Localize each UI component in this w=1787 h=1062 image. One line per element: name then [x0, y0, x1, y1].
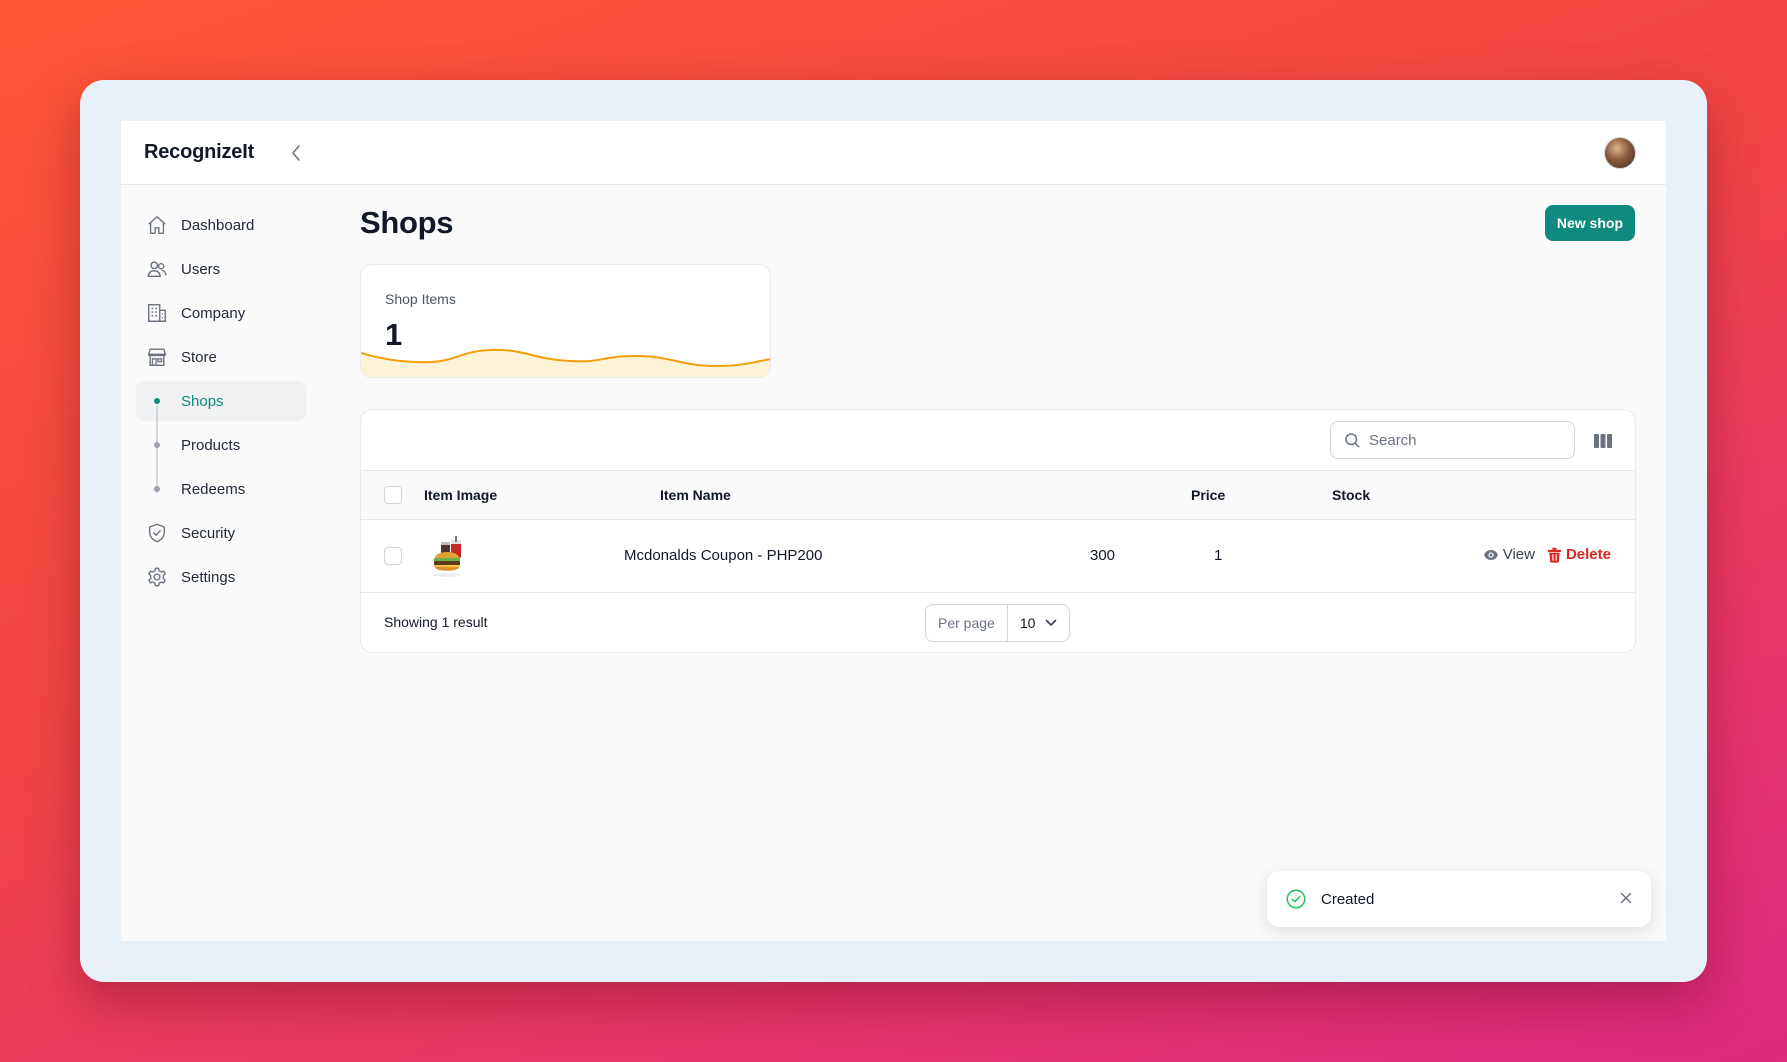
sidebar-item-settings[interactable]: Settings [136, 557, 306, 597]
sidebar: Dashboard Users Company Store Shops Prod… [136, 205, 306, 601]
sidebar-item-label: Settings [181, 568, 236, 586]
trash-icon [1547, 547, 1562, 563]
dot-icon [154, 486, 160, 492]
home-icon [145, 213, 169, 237]
new-shop-button[interactable]: New shop [1544, 205, 1635, 241]
column-header-price[interactable]: Price [1191, 487, 1225, 503]
view-button[interactable]: View [1483, 546, 1535, 563]
sidebar-item-label: Shops [181, 392, 224, 410]
select-all-checkbox[interactable] [384, 486, 402, 504]
search-box [1330, 421, 1575, 459]
row-checkbox[interactable] [384, 547, 402, 565]
delete-label: Delete [1565, 546, 1611, 563]
close-icon [1620, 892, 1632, 904]
sidebar-item-company[interactable]: Company [136, 293, 306, 333]
columns-icon [1594, 434, 1612, 448]
stat-label: Shop Items [385, 291, 456, 307]
eye-icon [1483, 549, 1498, 560]
column-header-stock[interactable]: Stock [1332, 487, 1370, 503]
gear-icon [145, 565, 169, 589]
sidebar-item-security[interactable]: Security [136, 513, 306, 553]
sidebar-item-label: Redeems [181, 480, 246, 498]
toast-close-button[interactable] [1617, 889, 1635, 907]
sidebar-submenu: Shops Products Redeems [136, 381, 306, 509]
search-icon [1345, 433, 1360, 448]
sparkline-fill [361, 349, 770, 377]
sidebar-item-shops[interactable]: Shops [136, 381, 306, 421]
sidebar-item-products[interactable]: Products [136, 425, 306, 465]
sidebar-item-users[interactable]: Users [136, 249, 306, 289]
window-frame: RecognizeIt Dashboard Users Company Stor… [80, 80, 1707, 982]
sidebar-item-redeems[interactable]: Redeems [136, 469, 306, 509]
top-bar: RecognizeIt [121, 121, 1666, 185]
sidebar-item-store[interactable]: Store [136, 337, 306, 377]
row-actions: View Delete [1483, 546, 1611, 563]
active-dot-icon [154, 398, 160, 404]
column-toggle-button[interactable] [1593, 431, 1613, 451]
store-icon [145, 345, 169, 369]
results-count: Showing 1 result [384, 614, 488, 630]
stat-card-shop-items: Shop Items 1 [360, 264, 771, 378]
shield-icon [145, 521, 169, 545]
per-page-value: 10 [1019, 615, 1036, 631]
shops-table: Item Image Item Name Price Stock [360, 409, 1636, 653]
sidebar-item-label: Company [181, 304, 246, 322]
user-avatar[interactable] [1604, 137, 1636, 169]
burger-meal-image [433, 536, 461, 577]
sidebar-item-label: Dashboard [181, 216, 255, 234]
stock-cell: 1 [1214, 547, 1223, 564]
check-circle-icon [1286, 889, 1306, 909]
table-header: Item Image Item Name Price Stock [361, 471, 1635, 520]
users-icon [145, 257, 169, 281]
app-window: RecognizeIt Dashboard Users Company Stor… [121, 121, 1666, 941]
price-cell: 300 [1090, 547, 1116, 564]
main-content: Shops New shop Shop Items 1 Search Item … [360, 205, 1636, 653]
table-row: Mcdonalds Coupon - PHP200 300 1 View Del… [361, 520, 1635, 593]
search-input[interactable] [1369, 431, 1549, 449]
view-label: View [1502, 546, 1535, 563]
column-header-item-image[interactable]: Item Image [424, 487, 497, 503]
collapse-sidebar-button[interactable] [284, 141, 308, 165]
sidebar-item-label: Products [181, 436, 241, 454]
sidebar-item-label: Store [181, 348, 217, 366]
item-name-cell: Mcdonalds Coupon - PHP200 [624, 547, 823, 564]
per-page-select[interactable]: 10 [1008, 605, 1070, 641]
chevron-left-icon [292, 144, 300, 161]
chevron-down-icon [1046, 619, 1057, 626]
toast-notification: Created [1267, 871, 1651, 927]
dot-icon [154, 442, 160, 448]
delete-button[interactable]: Delete [1547, 546, 1611, 563]
page-title: Shops [360, 205, 454, 240]
building-icon [145, 301, 169, 325]
sidebar-item-dashboard[interactable]: Dashboard [136, 205, 306, 245]
table-footer: Showing 1 result Per page 10 [361, 593, 1635, 652]
per-page-control: Per page 10 [925, 604, 1071, 642]
toast-message: Created [1321, 890, 1375, 908]
per-page-label: Per page [926, 605, 1008, 641]
sidebar-item-label: Security [181, 524, 236, 542]
sparkline-chart [361, 348, 770, 377]
table-toolbar [361, 410, 1635, 471]
sidebar-item-label: Users [181, 260, 221, 278]
column-header-item-name[interactable]: Item Name [660, 487, 731, 503]
submenu-connector-line [156, 405, 158, 493]
brand-logo[interactable]: RecognizeIt [144, 141, 254, 164]
